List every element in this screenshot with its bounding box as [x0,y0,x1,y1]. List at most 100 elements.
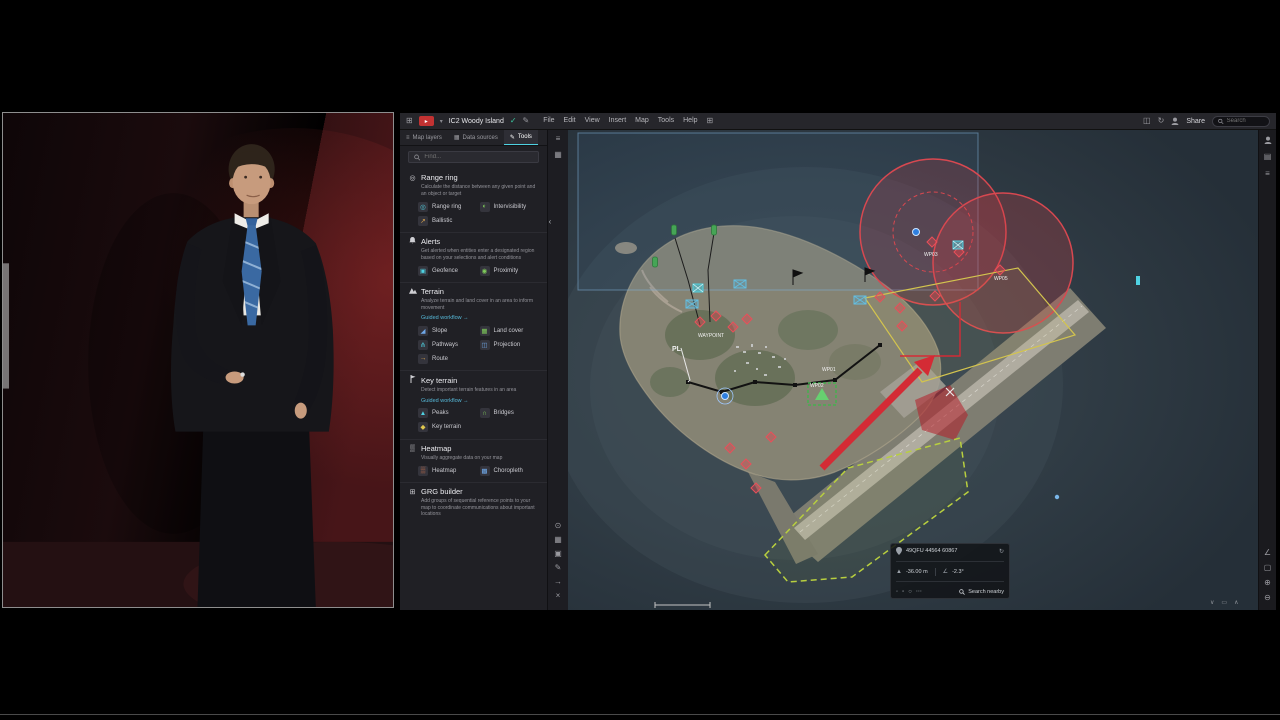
point-tool-icon[interactable]: ⊙ [555,522,562,530]
draw-tool-icon[interactable]: ✎ [555,564,562,572]
legend-icon[interactable]: ≡ [1265,170,1270,178]
find-input[interactable] [424,154,533,160]
pin-option-icon[interactable]: ◦ [896,589,898,595]
range-ring-icon: ◎ [418,202,428,212]
menu-view[interactable]: View [585,117,600,125]
tab-data-sources[interactable]: ▦ Data sources [448,130,504,145]
tool-projection[interactable]: ◫ Projection [480,339,540,350]
tool-intervisibility[interactable]: ◐ Intervisibility [480,201,540,212]
heatmap-section-icon: ▒ [408,445,417,452]
refresh-coordinate-icon[interactable]: ↻ [999,548,1004,555]
frame-divider [0,714,1280,715]
box-option-icon[interactable]: ▫ [902,589,904,595]
circle-option-icon[interactable]: ○ [908,589,912,595]
projection-icon: ◫ [480,340,490,350]
section-range-ring: ◎ Range ring Calculate the distance betw… [400,169,547,233]
overlay-icon[interactable]: ▦ [554,151,562,159]
tab-tools[interactable]: ✎ Tools [504,130,538,145]
wp05-label: WP05 [994,276,1008,282]
presence-icon[interactable] [1264,136,1272,144]
grid-icon: ⊞ [408,488,417,496]
zoom-out-icon[interactable]: ⊖ [1264,594,1271,602]
section-key-terrain: Key terrain Detect important terrain fea… [400,371,547,440]
screen: ⊞ ▸ ▾ IC2 Woody Island ✓ ✎ File Edit Vie… [0,0,1280,720]
menu-file[interactable]: File [543,117,554,125]
slope-value: -2.3° [952,569,964,575]
mgrs-coordinate: 49QFU 44564 60867 [906,548,957,554]
tool-geofence[interactable]: ▣ Geofence [418,265,478,276]
tool-land-cover[interactable]: ▦ Land cover [480,325,540,336]
frame-icon[interactable]: ▢ [1264,564,1272,572]
search-nearby-button[interactable]: Search nearby [959,589,1004,595]
tool-peaks[interactable]: ▲ Peaks [418,408,478,419]
choropleth-icon: ▩ [480,466,490,476]
left-sidebar: ≡ Map layers ▦ Data sources ✎ Tools [400,130,548,610]
wrench-icon: ✎ [510,134,515,141]
more-options-icon[interactable]: ⋯ [916,588,922,595]
menu-help[interactable]: Help [683,117,697,125]
panels-icon[interactable]: ▤ [1264,153,1272,161]
menubar: File Edit View Insert Map Tools Help ⊞ [543,117,713,125]
tool-pathways[interactable]: ⋔ Pathways [418,339,478,350]
menu-edit[interactable]: Edit [564,117,576,125]
tool-route[interactable]: → Route [418,353,478,364]
menu-map[interactable]: Map [635,117,649,125]
measure-icon[interactable]: ∠ [1264,549,1271,557]
app-grid-icon[interactable]: ⊞ [406,117,413,125]
heatmap-icon: ▒ [418,466,428,476]
tool-ballistic[interactable]: ↗ Ballistic [418,215,478,226]
menu-insert[interactable]: Insert [609,117,627,125]
panel-toggle-icon[interactable]: ◫ [1143,117,1151,125]
tool-range-ring[interactable]: ◎ Range ring [418,201,478,212]
tool-proximity[interactable]: ◉ Proximity [480,265,540,276]
tool-slope[interactable]: ◢ Slope [418,325,478,336]
rectangle-tool-icon[interactable]: ▦ [554,536,562,544]
peaks-icon: ▲ [418,408,428,418]
section-terrain: Terrain Analyze terrain and land cover i… [400,283,547,371]
key-terrain-icon: ◆ [418,422,428,432]
presenter-video [2,112,394,608]
search-icon [1218,118,1224,125]
map-toolstrip: ≡ ▦ ⊙ ▦ ▣ ✎ → × [548,130,568,610]
keyboard-icon[interactable]: ▭ [1221,599,1227,606]
guided-workflow-link[interactable]: Guided workflow → [421,398,539,404]
basemap-icon[interactable]: ≡ [556,135,561,143]
collapse-panel-button[interactable]: ‹ [546,216,554,228]
tab-map-layers[interactable]: ≡ Map layers [400,130,448,145]
route-icon: → [418,354,428,364]
tool-heatmap[interactable]: ▒ Heatmap [418,465,478,476]
zoom-in-icon[interactable]: ⊕ [1264,579,1271,587]
global-search[interactable] [1212,116,1270,127]
erase-tool-icon[interactable]: × [556,592,561,600]
edit-pencil-icon[interactable]: ✎ [523,117,530,125]
search-input[interactable] [1227,118,1264,124]
tool-bridges[interactable]: ∩ Bridges [480,408,540,419]
collapse-down-icon[interactable]: ∨ [1210,599,1214,606]
extensions-icon[interactable]: ⊞ [707,117,714,125]
proximity-icon: ◉ [480,266,490,276]
user-avatar-icon[interactable] [1171,117,1179,125]
app-window: ⊞ ▸ ▾ IC2 Woody Island ✓ ✎ File Edit Vie… [400,113,1276,610]
guided-workflow-link[interactable]: Guided workflow → [421,315,539,321]
map-canvas[interactable]: PL WAYPOINT WP01 WP02 WP03 WP05 [550,130,1260,610]
tool-choropleth[interactable]: ▩ Choropleth [480,465,540,476]
presenter-clicker [240,372,244,376]
share-button[interactable]: Share [1186,118,1205,125]
expand-up-icon[interactable]: ∧ [1234,599,1238,606]
tools-panel: ◎ Range ring Calculate the distance betw… [400,146,547,610]
app-logo-icon[interactable]: ▸ [419,116,434,126]
coordinate-panel: 49QFU 44564 60867 ↻ ▲ -36.00 m ∠ -2.3° ◦… [890,543,1010,599]
menu-tools[interactable]: Tools [658,117,674,125]
wp02-label: WP02 [810,383,824,389]
bearing-tool-icon[interactable]: → [554,578,562,586]
land-cover-icon: ▦ [480,326,490,336]
tool-key-terrain[interactable]: ◆ Key terrain [418,422,478,433]
region-tool-icon[interactable]: ▣ [554,550,562,558]
map-corner-controls: ∨ ▭ ∧ [1210,599,1238,606]
map-view-controls: ∠ ▢ ⊕ ⊖ [1264,549,1272,610]
database-icon: ▦ [454,134,460,141]
refresh-icon[interactable]: ↻ [1158,117,1165,125]
chevron-down-icon[interactable]: ▾ [440,118,443,125]
stage-edge-highlight [3,263,9,388]
find-tools-field[interactable] [408,151,539,163]
